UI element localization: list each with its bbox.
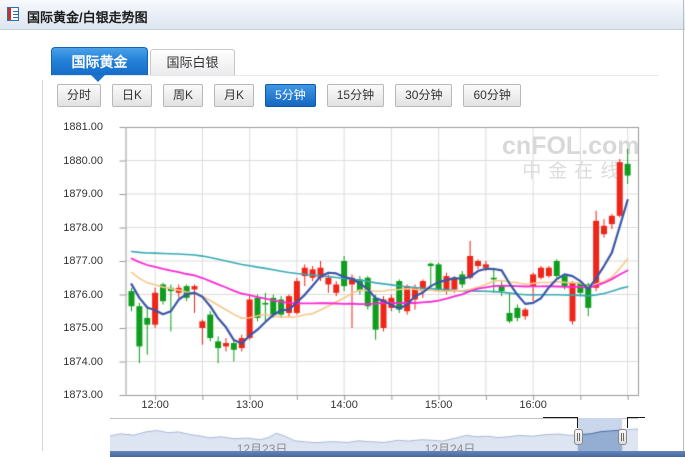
- x-axis-label: 12:00: [133, 399, 177, 411]
- window-header: 国际黄金/白银走势图: [0, 0, 685, 30]
- period-button-7[interactable]: 60分钟: [463, 84, 520, 107]
- navigator-frame-left-v: [577, 417, 578, 428]
- tab-silver[interactable]: 国际白银: [150, 49, 235, 75]
- y-axis-label: 1873.00: [40, 389, 103, 401]
- y-axis-label: 1881.00: [40, 121, 103, 133]
- window-right-border: [683, 0, 684, 457]
- navigator-handle-left[interactable]: [574, 429, 583, 445]
- y-axis-label: 1876.00: [40, 289, 103, 301]
- y-axis-label: 1879.00: [40, 188, 103, 200]
- bottom-blue-bar: [110, 451, 685, 457]
- x-axis-label: 16:00: [511, 399, 555, 411]
- period-button-bar: 分时日K 周K 月K 5分钟 15分钟 30分钟 60分钟: [57, 84, 521, 107]
- period-button-0[interactable]: 分时: [57, 84, 101, 107]
- period-button-4[interactable]: 5分钟: [265, 84, 316, 107]
- price-chart-canvas[interactable]: [115, 125, 645, 410]
- navigator-canvas[interactable]: [110, 418, 638, 451]
- y-axis-label: 1878.00: [40, 222, 103, 234]
- y-axis-label: 1880.00: [40, 155, 103, 167]
- y-axis-label: 1875.00: [40, 322, 103, 334]
- y-axis-label: 1874.00: [40, 356, 103, 368]
- tab-strip-divider: [51, 75, 658, 76]
- active-tab-pointer-icon: [91, 75, 105, 82]
- navigator-handle-right[interactable]: [618, 429, 627, 445]
- navigator-frame-right-v: [627, 417, 628, 428]
- tab-gold[interactable]: 国际黄金: [51, 47, 148, 75]
- period-button-5[interactable]: 15分钟: [327, 84, 384, 107]
- x-axis-label: 14:00: [322, 399, 366, 411]
- navigator-frame-left: [543, 417, 578, 418]
- page-title: 国际黄金/白银走势图: [27, 7, 148, 26]
- period-button-1[interactable]: 日K: [112, 84, 152, 107]
- navigator-frame-right: [627, 417, 645, 418]
- period-button-6[interactable]: 30分钟: [395, 84, 452, 107]
- period-button-3[interactable]: 月K: [214, 84, 254, 107]
- document-icon: [7, 7, 19, 21]
- tab-bar: 国际黄金国际白银: [51, 47, 235, 75]
- period-button-2[interactable]: 周K: [163, 84, 203, 107]
- y-axis-label: 1877.00: [40, 255, 103, 267]
- x-axis-label: 13:00: [228, 399, 272, 411]
- x-axis-label: 15:00: [417, 399, 461, 411]
